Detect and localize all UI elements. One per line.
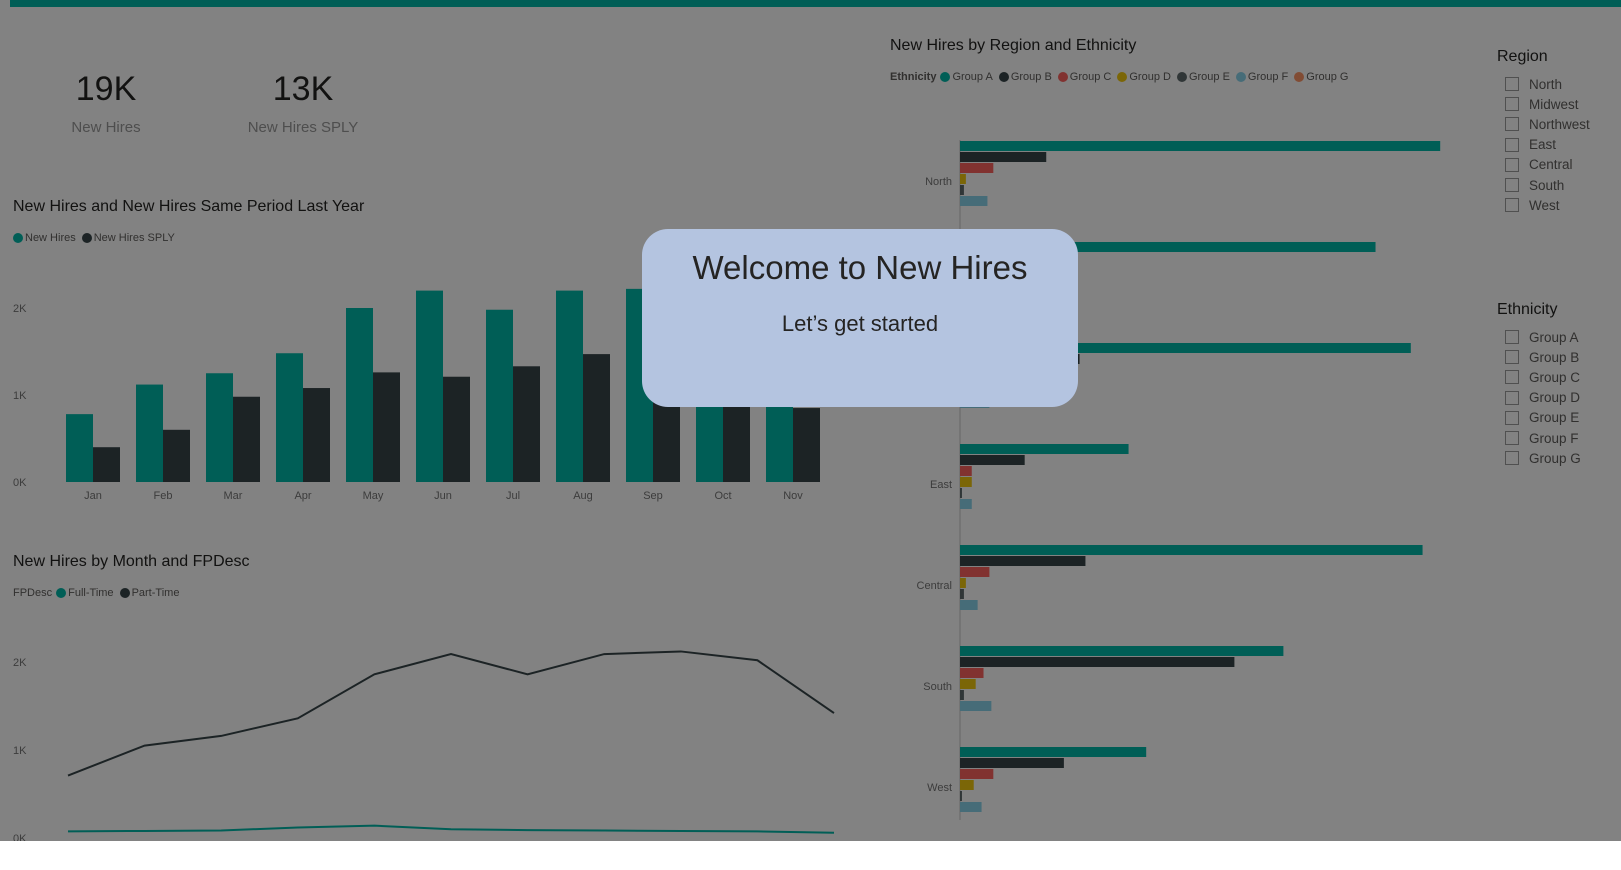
dialog-subtitle: Let’s get started <box>781 311 939 336</box>
dialog-title: Welcome to New Hires <box>692 249 1028 286</box>
bottom-margin <box>0 841 1621 870</box>
modal-overlay[interactable] <box>0 0 1621 870</box>
welcome-dialog[interactable]: Welcome to New Hires Let’s get started <box>642 229 1078 407</box>
